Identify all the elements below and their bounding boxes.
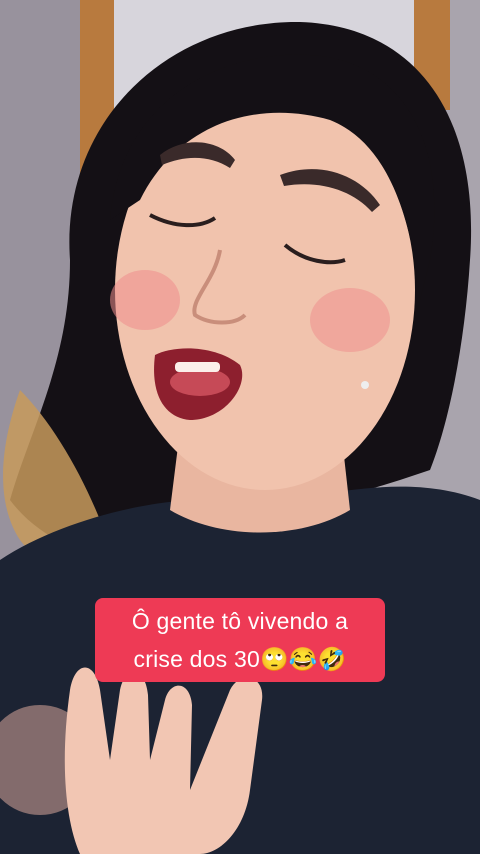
- caption-container: Ô gente tô vivendo a crise dos 30🙄😂🤣: [0, 598, 480, 682]
- video-frame[interactable]: Ô gente tô vivendo a crise dos 30🙄😂🤣: [0, 0, 480, 854]
- earring: [361, 381, 369, 389]
- caption-line-2: crise dos 30🙄😂🤣: [133, 646, 347, 672]
- teeth: [175, 362, 220, 372]
- mouth-open: [170, 368, 230, 396]
- cheek-right: [310, 288, 390, 352]
- video-caption: Ô gente tô vivendo a crise dos 30🙄😂🤣: [95, 598, 385, 682]
- caption-line-1: Ô gente tô vivendo a: [131, 608, 349, 634]
- cheek-left: [110, 270, 180, 330]
- video-scene: [0, 0, 480, 854]
